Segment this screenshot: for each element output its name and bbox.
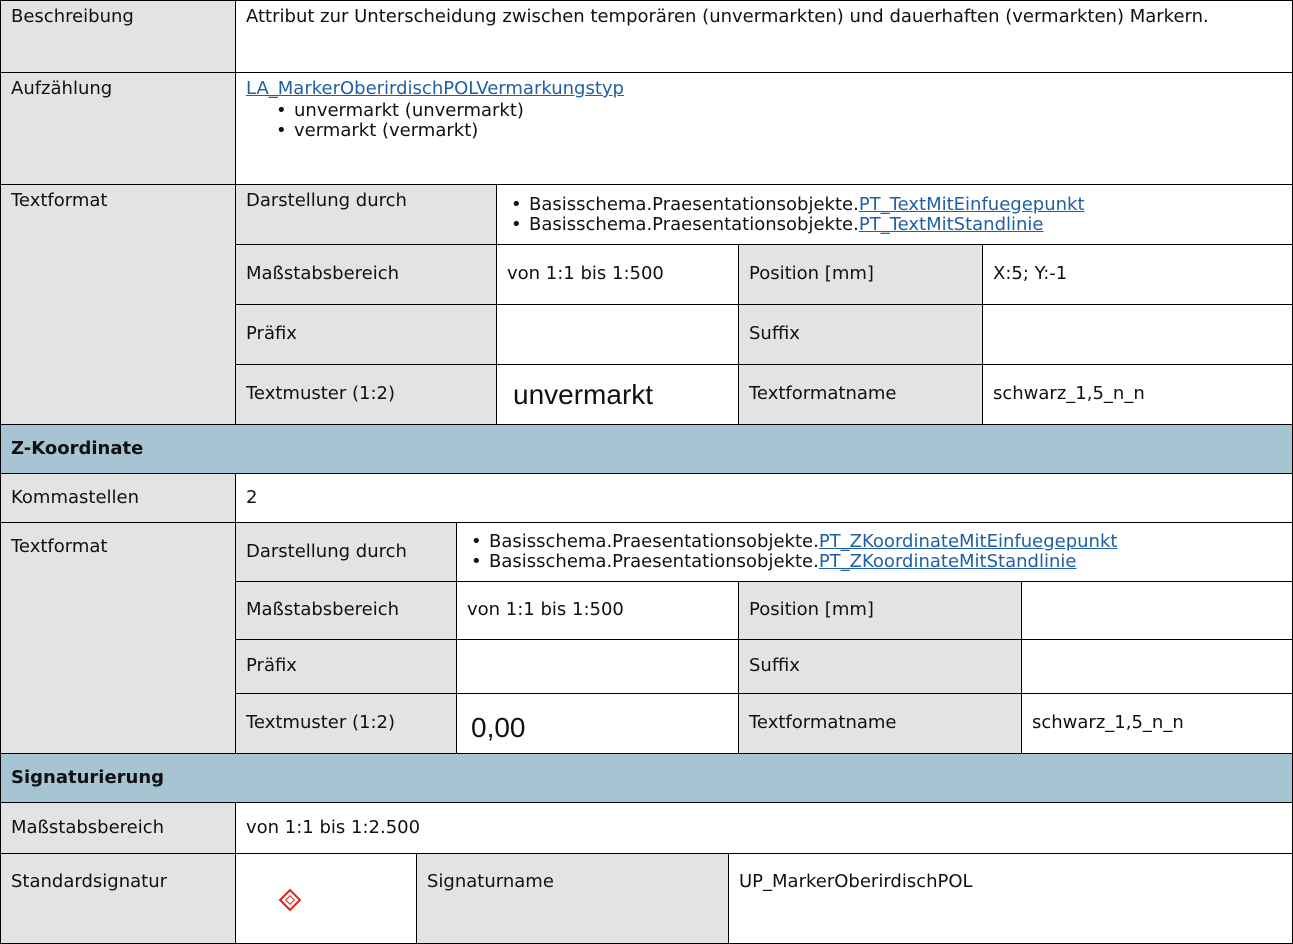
textformat1-suffix-label-cell: Suffix	[738, 304, 983, 365]
textformat1-textformatname-value-cell: schwarz_1,5_n_n	[982, 364, 1293, 425]
sig-massstab-label: Maßstabsbereich	[11, 816, 165, 838]
standardsignatur-symbol-cell	[235, 853, 417, 944]
sig-massstab-label-cell: Maßstabsbereich	[0, 802, 236, 854]
textformatname-label: Textformatname	[749, 712, 897, 734]
textformat2-suffix-value-cell	[1021, 639, 1293, 694]
standardsignatur-label: Standardsignatur	[11, 871, 167, 892]
list-item: Basisschema.Praesentationsobjekte.PT_Tex…	[507, 194, 1085, 215]
kommastellen-value-cell: 2	[235, 473, 1293, 523]
textformat1-position-value-cell: X:5; Y:-1	[982, 244, 1293, 305]
aufzaehlung-label: Aufzählung	[11, 78, 113, 99]
z-koordinate-section-header: Z-Koordinate	[0, 424, 1293, 474]
textformat1-textmuster-value-cell: unvermarkt	[496, 364, 739, 425]
massstab-value: von 1:1 bis 1:500	[467, 599, 624, 621]
textformat1-massstab-label-cell: Maßstabsbereich	[235, 244, 497, 305]
textmuster-label: Textmuster (1:2)	[246, 383, 395, 405]
textformatname-value: schwarz_1,5_n_n	[993, 383, 1145, 405]
praefix-label: Präfix	[246, 655, 297, 677]
aufzaehlung-list: unvermarkt (unvermarkt) vermarkt (vermar…	[272, 101, 1282, 142]
textmuster-sample: unvermarkt	[513, 378, 654, 410]
textformat1-suffix-value-cell	[982, 304, 1293, 365]
signaturname-label: Signaturname	[427, 871, 554, 892]
aufzaehlung-link[interactable]: LA_MarkerOberirdischPOLVermarkungstyp	[246, 78, 624, 99]
textformat1-massstab-value-cell: von 1:1 bis 1:500	[496, 244, 739, 305]
list-item: Basisschema.Praesentationsobjekte.PT_ZKo…	[467, 551, 1117, 573]
section-title: Z-Koordinate	[11, 437, 144, 459]
textmuster-label: Textmuster (1:2)	[246, 712, 395, 734]
kommastellen-label-cell: Kommastellen	[0, 473, 236, 523]
pt-zkoordinate-mit-einfuegepunkt-link[interactable]: PT_ZKoordinateMitEinfuegepunkt	[819, 531, 1118, 552]
textformat2-darstellung-label-cell: Darstellung durch	[235, 522, 457, 582]
signaturierung-section-header: Signaturierung	[0, 753, 1293, 803]
textformat2-textmuster-value-cell: 0,00	[456, 693, 739, 754]
massstab-label: Maßstabsbereich	[246, 263, 400, 285]
praefix-label: Präfix	[246, 323, 297, 345]
textformat2-position-label-cell: Position [mm]	[738, 581, 1022, 640]
position-value: X:5; Y:-1	[993, 263, 1068, 285]
textformat1-darstellung-value-cell: Basisschema.Praesentationsobjekte.PT_Tex…	[496, 184, 1293, 245]
textformat1-label: Textformat	[11, 190, 108, 211]
darstellung-label: Darstellung durch	[246, 540, 407, 562]
textformat1-praefix-value-cell	[496, 304, 739, 365]
pt-text-mit-einfuegepunkt-link[interactable]: PT_TextMitEinfuegepunkt	[859, 194, 1085, 215]
textformat1-praefix-label-cell: Präfix	[235, 304, 497, 365]
beschreibung-label: Beschreibung	[11, 6, 134, 27]
textformat1-position-label-cell: Position [mm]	[738, 244, 983, 305]
textformat1-label-cell: Textformat	[0, 184, 236, 425]
aufzaehlung-label-cell: Aufzählung	[0, 72, 236, 185]
suffix-label: Suffix	[749, 323, 800, 345]
textformat2-textmuster-label-cell: Textmuster (1:2)	[235, 693, 457, 754]
textformat2-darstellung-value-cell: Basisschema.Praesentationsobjekte.PT_ZKo…	[456, 522, 1293, 582]
textformat1-textformatname-label-cell: Textformatname	[738, 364, 983, 425]
beschreibung-label-cell: Beschreibung	[0, 0, 236, 73]
textformat2-massstab-value-cell: von 1:1 bis 1:500	[456, 581, 739, 640]
list-item: Basisschema.Praesentationsobjekte.PT_ZKo…	[467, 531, 1118, 553]
sig-massstab-value: von 1:1 bis 1:2.500	[246, 816, 421, 838]
sig-massstab-value-cell: von 1:1 bis 1:2.500	[235, 802, 1293, 854]
pt-zkoordinate-mit-standlinie-link[interactable]: PT_ZKoordinateMitStandlinie	[819, 551, 1077, 572]
signaturname-label-cell: Signaturname	[416, 853, 729, 944]
textformat2-praefix-label-cell: Präfix	[235, 639, 457, 694]
textformat2-suffix-label-cell: Suffix	[738, 639, 1022, 694]
position-label: Position [mm]	[749, 263, 874, 285]
textformat1-darstellung-label-cell: Darstellung durch	[235, 184, 497, 245]
textformat2-massstab-label-cell: Maßstabsbereich	[235, 581, 457, 640]
textformatname-value: schwarz_1,5_n_n	[1032, 712, 1184, 734]
signaturname-value-cell: UP_MarkerOberirdischPOL	[728, 853, 1293, 944]
textformat2-textformatname-value-cell: schwarz_1,5_n_n	[1021, 693, 1293, 754]
textformat2-praefix-value-cell	[456, 639, 739, 694]
textformat2-label-cell: Textformat	[0, 522, 236, 754]
suffix-label: Suffix	[749, 655, 800, 677]
list-item: Basisschema.Praesentationsobjekte.PT_Tex…	[507, 214, 1085, 235]
darstellung-list: Basisschema.Praesentationsobjekte.PT_ZKo…	[467, 531, 1118, 573]
pt-text-mit-standlinie-link[interactable]: PT_TextMitStandlinie	[859, 214, 1044, 235]
massstab-value: von 1:1 bis 1:500	[507, 263, 664, 285]
signaturname-value: UP_MarkerOberirdischPOL	[739, 871, 973, 892]
textformat1-textmuster-label-cell: Textmuster (1:2)	[235, 364, 497, 425]
standardsignatur-label-cell: Standardsignatur	[0, 853, 236, 944]
darstellung-list: Basisschema.Praesentationsobjekte.PT_Tex…	[507, 194, 1085, 235]
kommastellen-value: 2	[246, 486, 258, 508]
list-item: vermarkt (vermarkt)	[272, 121, 1282, 142]
textmuster-sample: 0,00	[471, 711, 526, 743]
beschreibung-value: Attribut zur Unterscheidung zwischen tem…	[246, 6, 1209, 27]
section-title: Signaturierung	[11, 766, 165, 788]
textformat2-position-value-cell	[1021, 581, 1293, 640]
kommastellen-label: Kommastellen	[11, 486, 140, 508]
list-item: unvermarkt (unvermarkt)	[272, 101, 1282, 122]
position-label: Position [mm]	[749, 599, 874, 621]
textformat2-textformatname-label-cell: Textformatname	[738, 693, 1022, 754]
beschreibung-value-cell: Attribut zur Unterscheidung zwischen tem…	[235, 0, 1293, 73]
aufzaehlung-value-cell: LA_MarkerOberirdischPOLVermarkungstyp un…	[235, 72, 1293, 185]
red-diamond-marker-icon	[278, 888, 302, 912]
massstab-label: Maßstabsbereich	[246, 599, 400, 621]
textformat2-label: Textformat	[11, 536, 108, 557]
darstellung-label: Darstellung durch	[246, 190, 407, 211]
textformatname-label: Textformatname	[749, 383, 897, 405]
